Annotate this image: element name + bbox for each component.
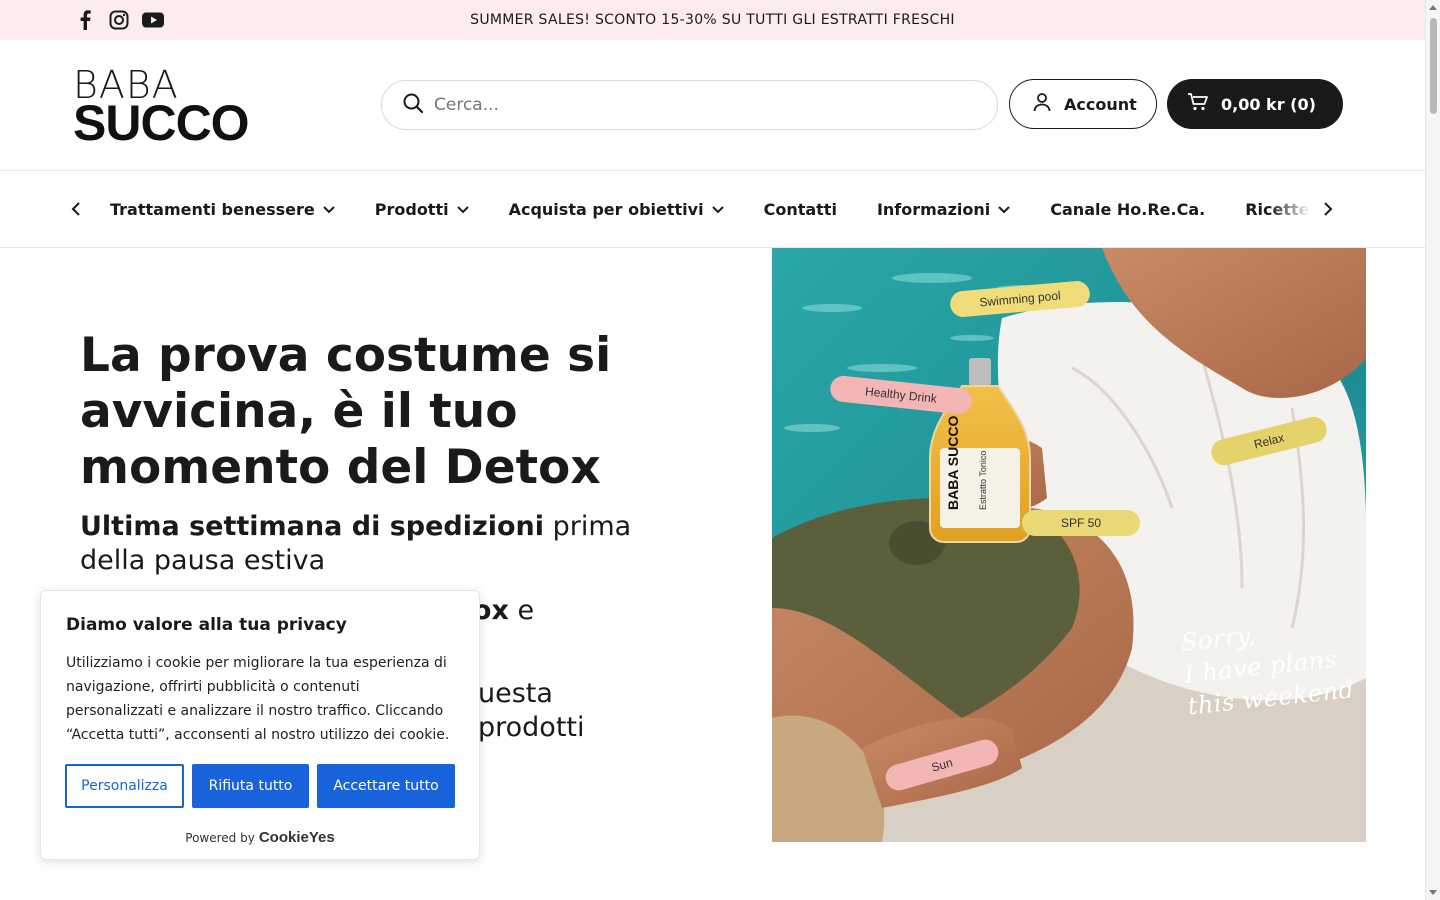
hero-image: BABA SUCCO Estratto Tonico Swimming pool… [772, 248, 1366, 842]
nav-item-informazioni[interactable]: Informazioni [877, 200, 1010, 219]
bottle-label: Estratto Tonico [978, 451, 988, 510]
main-navigation: Trattamenti benessere Prodotti Acquista … [0, 171, 1425, 248]
nav-item-trattamenti[interactable]: Trattamenti benessere [110, 200, 335, 219]
site-header: BABA SUCCO Account 0,00 kr (0) [0, 40, 1425, 171]
site-logo[interactable]: BABA SUCCO [73, 66, 263, 151]
search-bar[interactable] [381, 80, 998, 130]
cookie-powered-by: Powered by CookieYes [41, 829, 479, 846]
nav-item-label: Canale Ho.Re.Ca. [1050, 200, 1206, 219]
logo-line2: SUCCO [73, 95, 250, 151]
account-label: Account [1064, 94, 1137, 114]
nav-item-prodotti[interactable]: Prodotti [375, 200, 469, 219]
nav-item-label: Trattamenti benessere [110, 200, 315, 219]
script-caption: Sorry, I have plans this weekend [1179, 610, 1356, 723]
cookie-reject-button[interactable]: Rifiuta tutto [192, 764, 309, 808]
announcement-text: SUMMER SALES! SCONTO 15-30% SU TUTTI GLI… [470, 12, 955, 28]
scrollbar-thumb[interactable] [1430, 18, 1437, 114]
nav-item-label: Acquista per obiettivi [508, 200, 704, 219]
cookie-customize-button[interactable]: Personalizza [65, 764, 184, 808]
cart-label: 0,00 kr (0) [1221, 94, 1316, 114]
hero-title: La prova costume si avvicina, è il tuo m… [80, 328, 612, 495]
announcement-bar: SUMMER SALES! SCONTO 15-30% SU TUTTI GLI… [0, 0, 1425, 40]
page-scrollbar[interactable] [1425, 0, 1440, 900]
nav-fade [1270, 171, 1310, 247]
cookie-body: Utilizziamo i cookie per migliorare la t… [66, 655, 450, 743]
nav-prev-arrow-icon[interactable] [66, 199, 86, 219]
hero-subtitle: Ultima settimana di spedizioni prima del… [80, 510, 700, 578]
nav-next-arrow-icon[interactable] [1318, 199, 1338, 219]
hero-illustration: BABA SUCCO Estratto Tonico [772, 248, 1366, 842]
cookieyes-logo[interactable]: CookieYes [259, 829, 335, 846]
chevron-down-icon [456, 205, 469, 213]
search-input[interactable] [434, 95, 934, 115]
chevron-down-icon [711, 205, 724, 213]
powered-by-label: Powered by [185, 831, 255, 845]
nav-items: Trattamenti benessere Prodotti Acquista … [110, 171, 1310, 247]
user-icon [1032, 92, 1052, 116]
nav-item-obiettivi[interactable]: Acquista per obiettivi [509, 200, 724, 219]
search-icon [402, 92, 424, 118]
scroll-up-icon[interactable] [1429, 5, 1437, 10]
cookie-accept-button[interactable]: Accettare tutto [317, 764, 455, 808]
bottle-brand: BABA SUCCO [945, 416, 961, 510]
nav-item-horeca[interactable]: Canale Ho.Re.Ca. [1050, 200, 1205, 219]
nav-item-label: Prodotti [374, 200, 449, 219]
cookie-title: Diamo valore alla tua privacy [66, 615, 347, 635]
chevron-down-icon [998, 205, 1010, 213]
scroll-down-icon[interactable] [1429, 890, 1437, 895]
cookie-buttons: Personalizza Rifiuta tutto Accettare tut… [65, 764, 455, 808]
nav-item-contatti[interactable]: Contatti [764, 200, 837, 219]
tag-spf50: SPF 50 [1022, 510, 1140, 536]
hero-subtitle-bold: Ultima settimana di spedizioni [80, 511, 545, 542]
nav-item-label: Informazioni [876, 200, 991, 219]
nav-item-label: Contatti [763, 200, 837, 219]
cart-button[interactable]: 0,00 kr (0) [1167, 79, 1343, 129]
cookie-consent-banner: Diamo valore alla tua privacy Utilizziam… [40, 590, 480, 860]
cart-icon [1187, 92, 1209, 116]
hero-p2-rest: e [508, 595, 535, 626]
chevron-down-icon [323, 205, 335, 213]
account-button[interactable]: Account [1009, 79, 1157, 129]
